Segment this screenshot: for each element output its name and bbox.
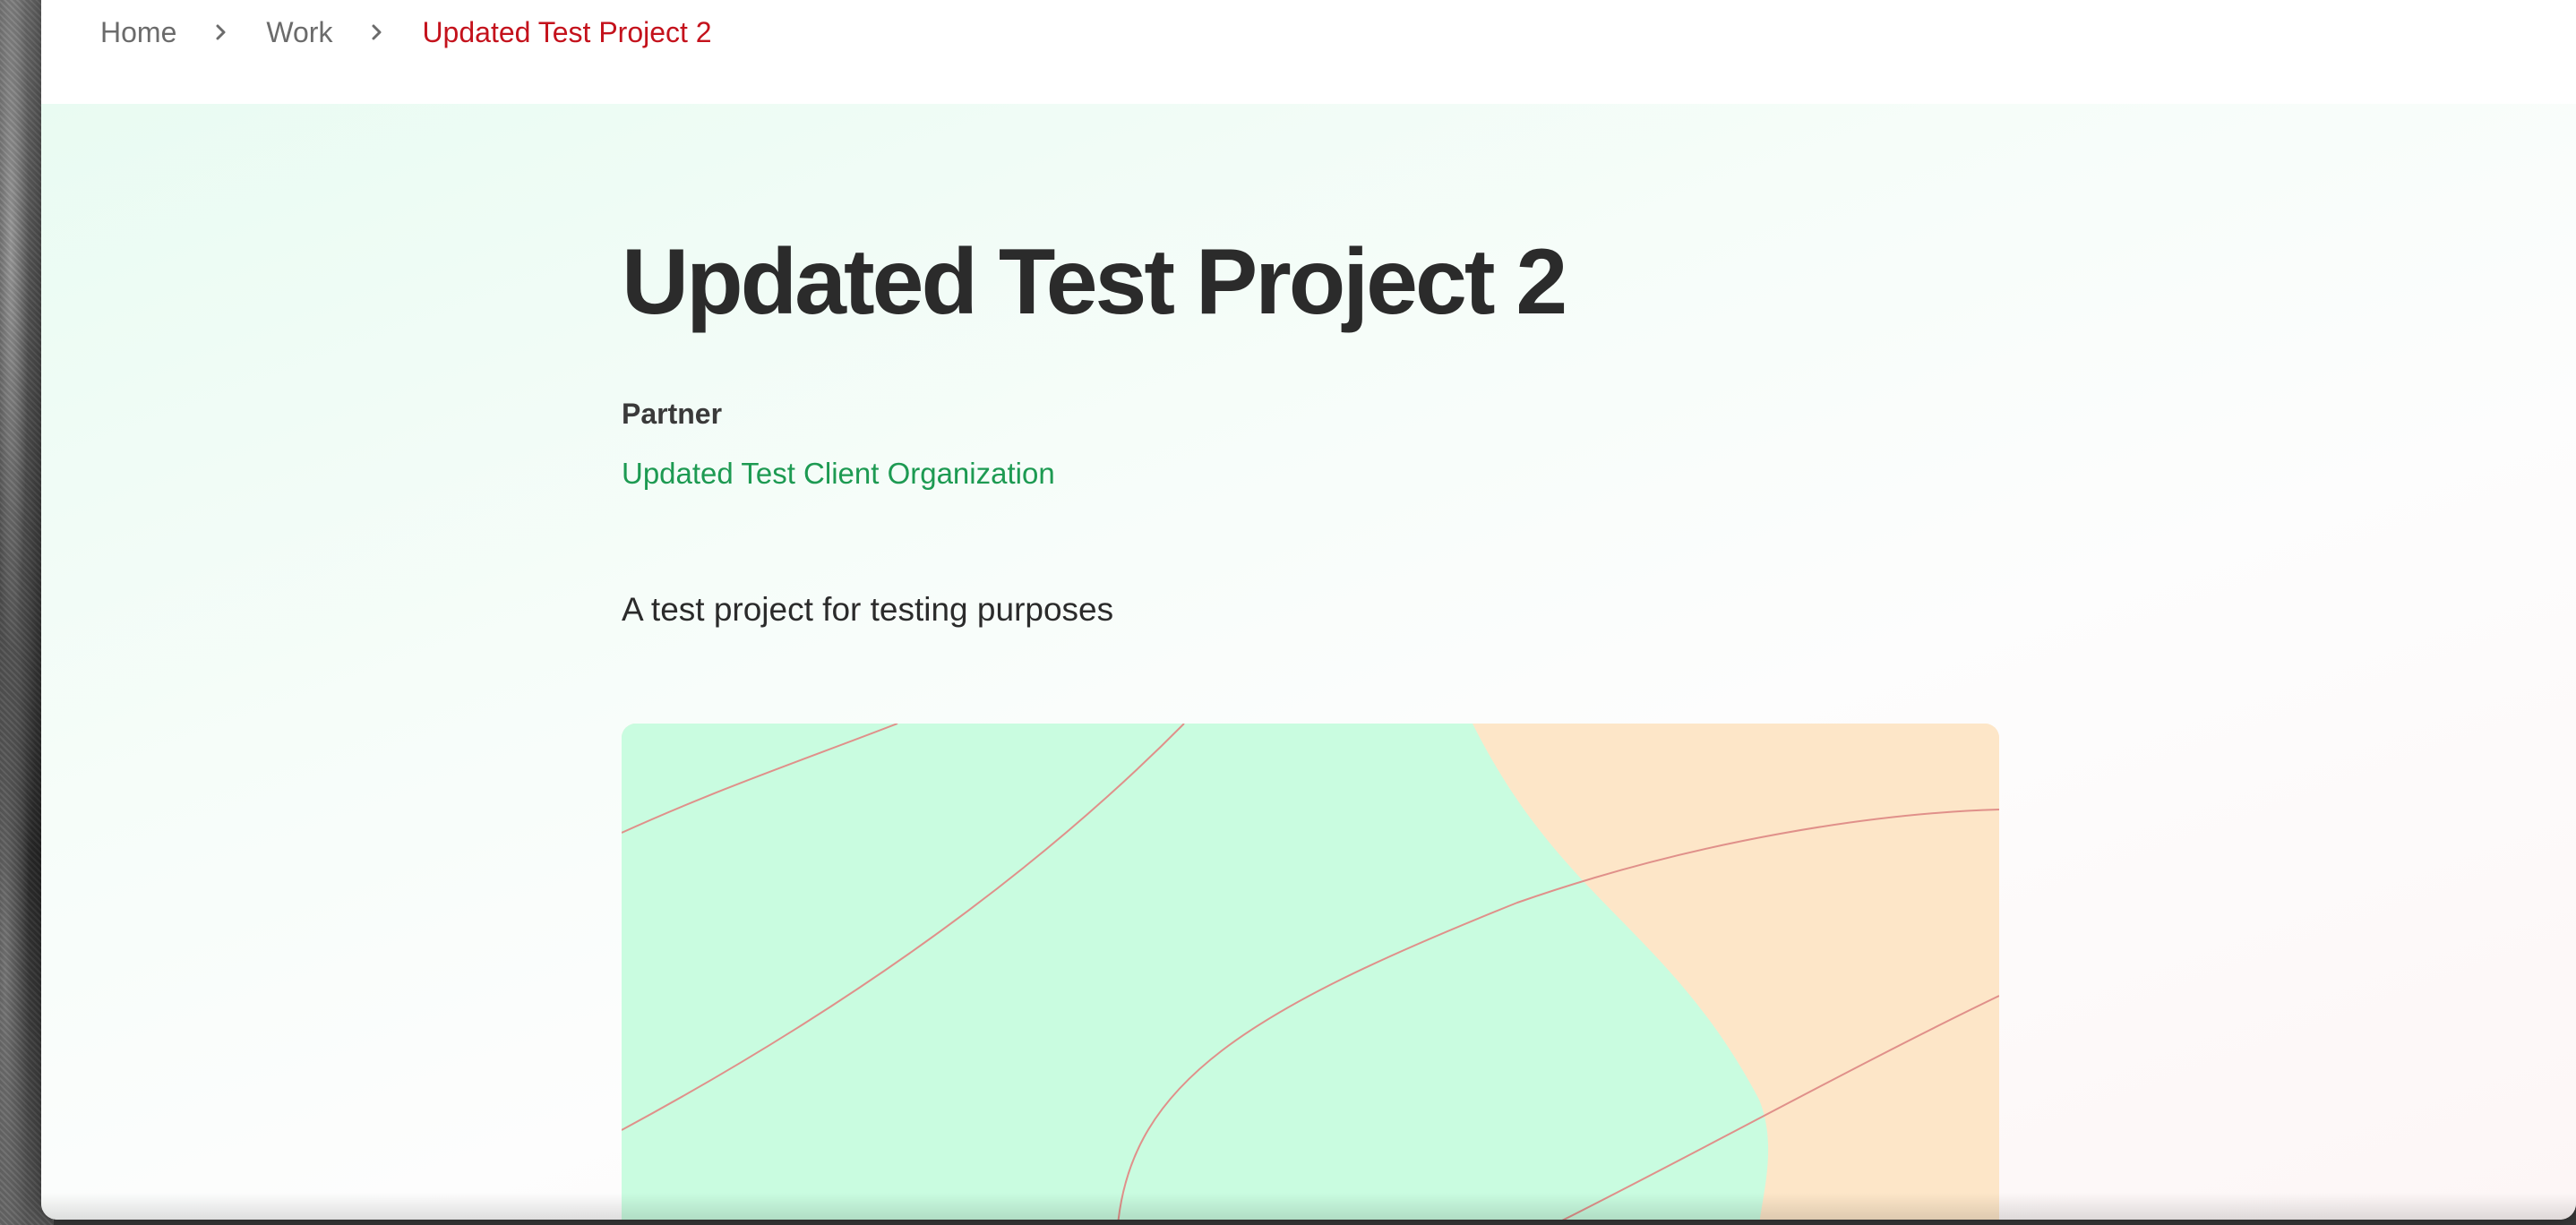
breadcrumb-work-link[interactable]: Work	[266, 16, 332, 49]
window-bottom-shadow	[41, 1193, 2576, 1220]
breadcrumb-home-link[interactable]: Home	[100, 16, 176, 49]
partner-label: Partner	[622, 398, 723, 430]
partner-link[interactable]: Updated Test Client Organization	[622, 457, 1055, 491]
project-cover-image	[622, 724, 1999, 1220]
browser-window: Home Work Updated Test Project 2 Updated…	[41, 0, 2576, 1220]
breadcrumb-bar: Home Work Updated Test Project 2	[41, 0, 2576, 86]
project-hero: Updated Test Project 2 Partner Updated T…	[41, 104, 2576, 1220]
chevron-right-icon	[366, 21, 388, 43]
breadcrumb: Home Work Updated Test Project 2	[100, 0, 712, 64]
cover-illustration	[622, 724, 1999, 1220]
project-description: A test project for testing purposes	[622, 591, 1114, 628]
chevron-right-icon	[210, 21, 232, 43]
breadcrumb-current-page[interactable]: Updated Test Project 2	[422, 16, 711, 49]
page-title: Updated Test Project 2	[622, 230, 1567, 334]
